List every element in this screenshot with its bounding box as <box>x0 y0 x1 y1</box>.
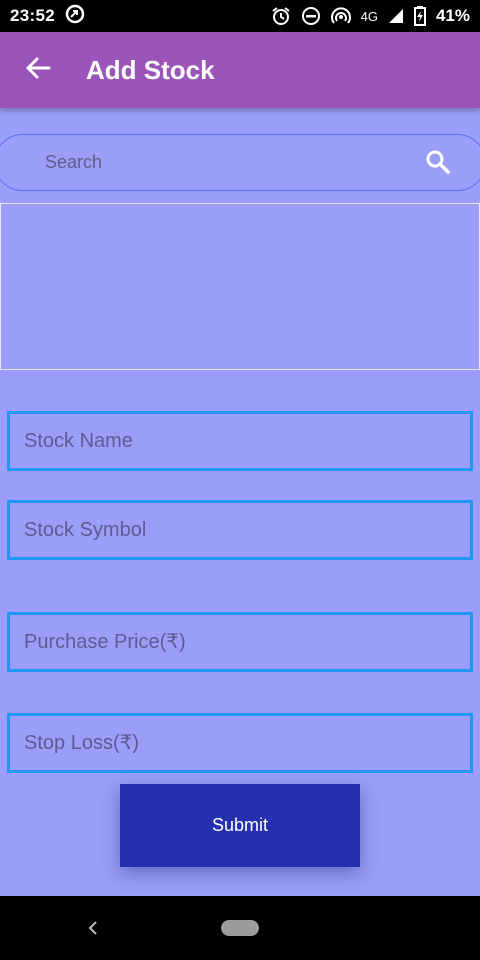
app-notification-icon <box>65 4 85 29</box>
stock-name-field <box>7 411 473 471</box>
nav-back-icon[interactable] <box>84 918 104 938</box>
do-not-disturb-icon <box>301 6 321 26</box>
search-bar <box>0 134 480 191</box>
signal-icon <box>388 8 404 24</box>
stock-symbol-input[interactable] <box>24 518 470 542</box>
stock-name-input[interactable] <box>24 429 470 453</box>
status-time: 23:52 <box>10 6 55 25</box>
back-button[interactable] <box>0 32 76 108</box>
app-bar: Add Stock <box>0 32 480 108</box>
nav-home-pill[interactable] <box>221 920 259 936</box>
search-results-list[interactable] <box>0 203 480 370</box>
page-title: Add Stock <box>86 54 215 85</box>
arrow-left-icon <box>25 55 51 86</box>
purchase-price-input[interactable] <box>24 630 470 654</box>
search-input[interactable] <box>45 152 405 173</box>
battery-percent: 41% <box>435 6 470 25</box>
network-type: 4G <box>360 8 378 24</box>
battery-icon <box>413 6 426 26</box>
stock-symbol-field <box>7 500 473 560</box>
submit-button[interactable]: Submit <box>120 784 360 867</box>
stop-loss-field <box>7 713 473 773</box>
purchase-price-field <box>7 612 473 672</box>
alarm-icon <box>271 6 291 26</box>
status-bar: 23:52 4G 41% <box>0 0 480 32</box>
stop-loss-input[interactable] <box>24 731 470 755</box>
search-icon[interactable] <box>425 149 451 180</box>
hotspot-icon <box>330 6 351 26</box>
